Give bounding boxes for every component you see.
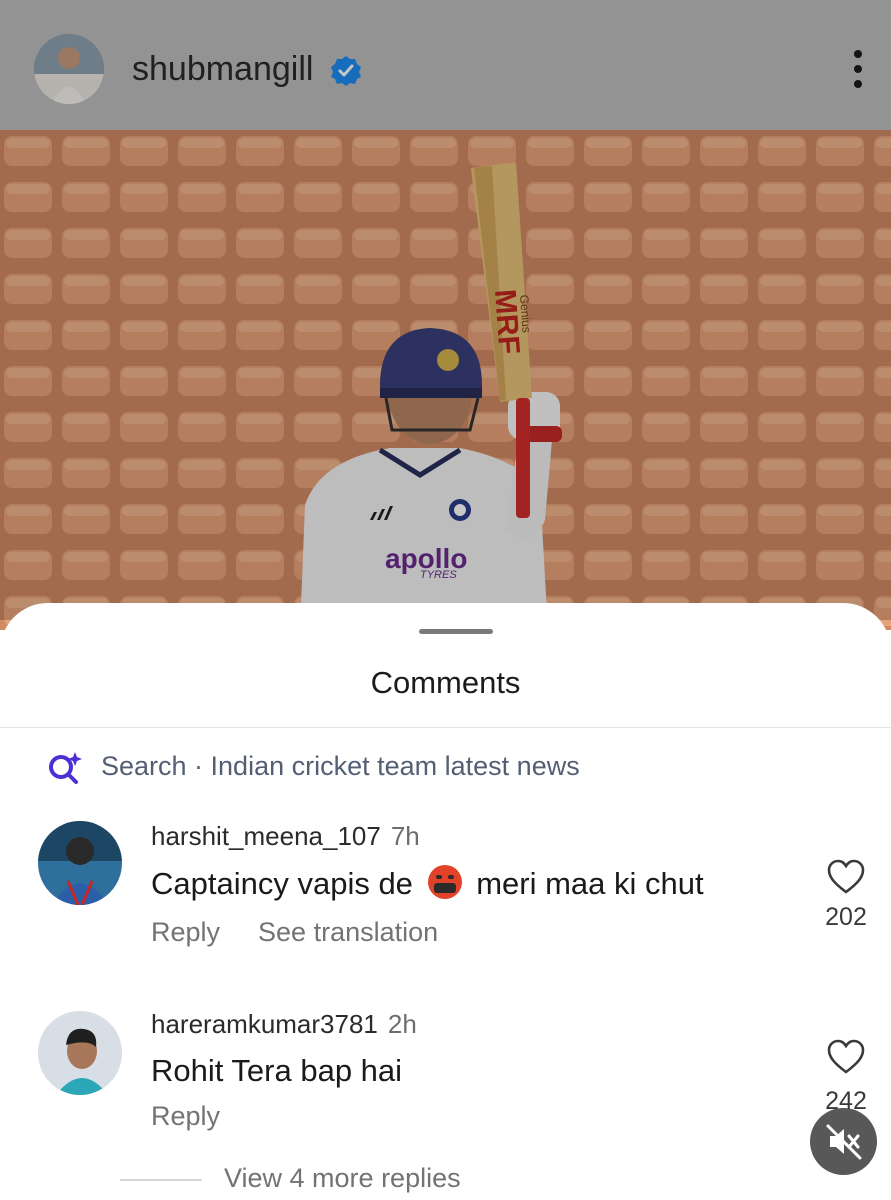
comments-sheet: Comments Search · Indian cricket team la…: [0, 603, 891, 1200]
comment-actions: Reply: [151, 1101, 220, 1132]
speaker-muted-icon: [826, 1124, 862, 1160]
search-suggestion-text: Search · Indian cricket team latest news: [101, 751, 580, 781]
commenter-avatar[interactable]: [38, 821, 122, 905]
sheet-title: Comments: [370, 665, 521, 700]
profile-avatar[interactable]: [34, 34, 104, 104]
see-translation-button[interactable]: See translation: [258, 917, 438, 947]
comment-text: Captaincy vapis de meri maa ki chut: [151, 865, 704, 902]
comment-username[interactable]: harshit_meena_107 7h: [151, 821, 420, 852]
mute-button[interactable]: [810, 1108, 877, 1175]
post-image: MRF Genius apollo TYRES: [0, 130, 891, 630]
replies-line: [120, 1179, 202, 1181]
like-heart-icon[interactable]: [826, 1039, 866, 1075]
cricket-player-photo: MRF Genius apollo TYRES: [0, 130, 891, 630]
more-options-icon[interactable]: [848, 50, 868, 90]
comment-text-before: Captaincy vapis de: [151, 866, 413, 901]
ai-search-icon: [49, 752, 82, 784]
reply-button[interactable]: Reply: [151, 1101, 220, 1131]
divider: [0, 727, 891, 728]
like-count: 202: [825, 903, 867, 931]
reply-button[interactable]: Reply: [151, 917, 220, 947]
drag-handle[interactable]: [419, 629, 493, 634]
comment-actions: Reply See translation: [151, 917, 438, 948]
comment-username-text[interactable]: harshit_meena_107: [151, 821, 381, 851]
like-heart-icon[interactable]: [826, 859, 866, 895]
comment-text-after: meri maa ki chut: [476, 866, 704, 901]
angry-face-emoji-icon: [427, 865, 462, 899]
profile-username[interactable]: shubmangill: [132, 50, 313, 89]
bat-model: Genius: [517, 294, 534, 333]
comment-text: Rohit Tera bap hai: [151, 1053, 403, 1088]
comment-username[interactable]: hareramkumar3781 2h: [151, 1009, 417, 1040]
comment-time: 7h: [390, 821, 420, 851]
post-header: shubmangill: [0, 0, 891, 130]
comment-username-text[interactable]: hareramkumar3781: [151, 1009, 378, 1039]
shirt-sponsor-sub: TYRES: [420, 569, 457, 581]
commenter-avatar[interactable]: [38, 1011, 122, 1095]
comment-time: 2h: [387, 1009, 417, 1039]
verified-badge-icon: [331, 56, 361, 86]
view-more-replies-text[interactable]: View 4 more replies: [224, 1163, 461, 1194]
